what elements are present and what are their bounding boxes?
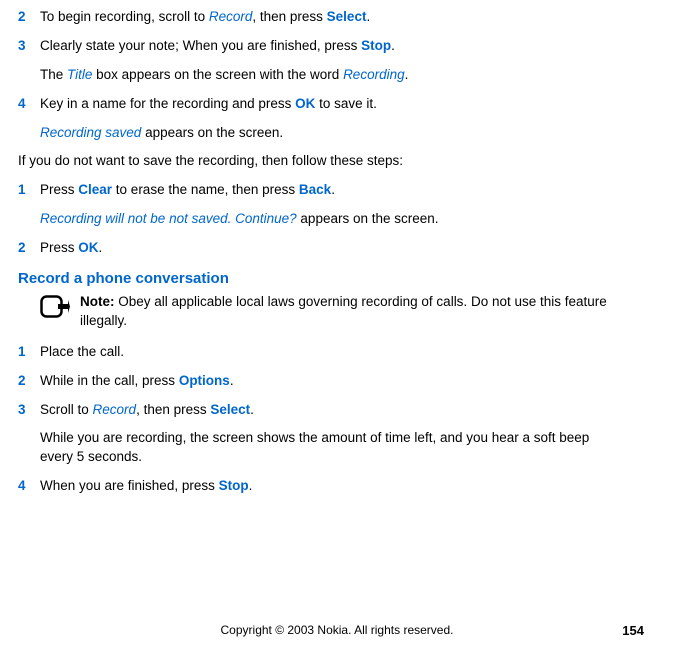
- text-run: .: [366, 9, 370, 24]
- step-number: 2: [18, 239, 34, 258]
- section-heading: Record a phone conversation: [18, 268, 644, 289]
- highlight-text: OK: [78, 240, 98, 255]
- note-block: Note: Obey all applicable local laws gov…: [40, 293, 620, 331]
- text-run: Scroll to: [40, 402, 93, 417]
- numbered-step: 2 Press OK.: [18, 239, 623, 258]
- step-number: 3: [18, 401, 34, 420]
- body-text: If you do not want to save the recording…: [18, 152, 623, 171]
- numbered-step: 2 While in the call, press Options.: [18, 372, 623, 391]
- highlight-text: Select: [327, 9, 367, 24]
- text-run: While in the call, press: [40, 373, 179, 388]
- numbered-step: 4 Key in a name for the recording and pre…: [18, 95, 623, 114]
- step-text: Press OK.: [40, 239, 623, 258]
- highlight-text: Stop: [219, 478, 249, 493]
- step-note: The Title box appears on the screen with…: [40, 66, 623, 85]
- step-text: Press Clear to erase the name, then pres…: [40, 181, 623, 200]
- text-run: .: [250, 402, 254, 417]
- highlight-text: Recording: [343, 67, 405, 82]
- numbered-step: 3 Scroll to Record, then press Select.: [18, 401, 623, 420]
- text-run: Press: [40, 182, 78, 197]
- highlight-text: Clear: [78, 182, 112, 197]
- step-number: 4: [18, 95, 34, 114]
- text-run: Clearly state your note; When you are fi…: [40, 38, 361, 53]
- highlight-text: Stop: [361, 38, 391, 53]
- text-run: to erase the name, then press: [112, 182, 299, 197]
- text-run: appears on the screen.: [141, 125, 283, 140]
- text-run: Key in a name for the recording and pres…: [40, 96, 295, 111]
- text-run: .: [391, 38, 395, 53]
- text-run: The: [40, 67, 67, 82]
- note-icon: [40, 295, 70, 321]
- step-number: 1: [18, 343, 34, 362]
- text-run: , then press: [252, 9, 326, 24]
- highlight-text: Back: [299, 182, 331, 197]
- step-number: 2: [18, 8, 34, 27]
- footer: Copyright © 2003 Nokia. All rights reser…: [0, 622, 674, 639]
- copyright: Copyright © 2003 Nokia. All rights reser…: [221, 622, 454, 639]
- step-text: To begin recording, scroll to Record, th…: [40, 8, 623, 27]
- step-note: Recording saved appears on the screen.: [40, 124, 623, 143]
- highlight-text: OK: [295, 96, 315, 111]
- step-number: 1: [18, 181, 34, 200]
- step-text: While in the call, press Options.: [40, 372, 623, 391]
- page-number: 154: [622, 622, 644, 640]
- numbered-step: 4 When you are finished, press Stop.: [18, 477, 623, 496]
- step-note: Recording will not be not saved. Continu…: [40, 210, 623, 229]
- step-text: Place the call.: [40, 343, 623, 362]
- highlight-text: Record: [209, 9, 253, 24]
- text-run: box appears on the screen with the word: [92, 67, 343, 82]
- note-label: Note:: [80, 294, 115, 309]
- step-text: Key in a name for the recording and pres…: [40, 95, 623, 114]
- step-number: 4: [18, 477, 34, 496]
- numbered-step: 3 Clearly state your note; When you are f…: [18, 37, 623, 56]
- step-number: 3: [18, 37, 34, 56]
- numbered-step: 1 Place the call.: [18, 343, 623, 362]
- numbered-step: 1 Press Clear to erase the name, then pre…: [18, 181, 623, 200]
- note-body: Obey all applicable local laws governing…: [80, 294, 607, 328]
- text-run: , then press: [136, 402, 210, 417]
- step-text: When you are finished, press Stop.: [40, 477, 623, 496]
- text-run: Press: [40, 240, 78, 255]
- highlight-text: Recording will not be not saved. Continu…: [40, 211, 297, 226]
- text-run: .: [230, 373, 234, 388]
- highlight-text: Record: [93, 402, 137, 417]
- step-number: 2: [18, 372, 34, 391]
- highlight-text: Recording saved: [40, 125, 141, 140]
- text-run: .: [405, 67, 409, 82]
- text-run: When you are finished, press: [40, 478, 219, 493]
- highlight-text: Select: [210, 402, 250, 417]
- highlight-text: Title: [67, 67, 92, 82]
- step-note: While you are recording, the screen show…: [40, 429, 623, 467]
- text-run: .: [331, 182, 335, 197]
- text-run: .: [249, 478, 253, 493]
- text-run: appears on the screen.: [297, 211, 439, 226]
- text-run: .: [99, 240, 103, 255]
- text-run: Place the call.: [40, 344, 124, 359]
- step-text: Clearly state your note; When you are fi…: [40, 37, 623, 56]
- text-run: to save it.: [315, 96, 377, 111]
- numbered-step: 2 To begin recording, scroll to Record, t…: [18, 8, 623, 27]
- step-text: Scroll to Record, then press Select.: [40, 401, 623, 420]
- note-text: Note: Obey all applicable local laws gov…: [80, 293, 620, 331]
- highlight-text: Options: [179, 373, 230, 388]
- text-run: To begin recording, scroll to: [40, 9, 209, 24]
